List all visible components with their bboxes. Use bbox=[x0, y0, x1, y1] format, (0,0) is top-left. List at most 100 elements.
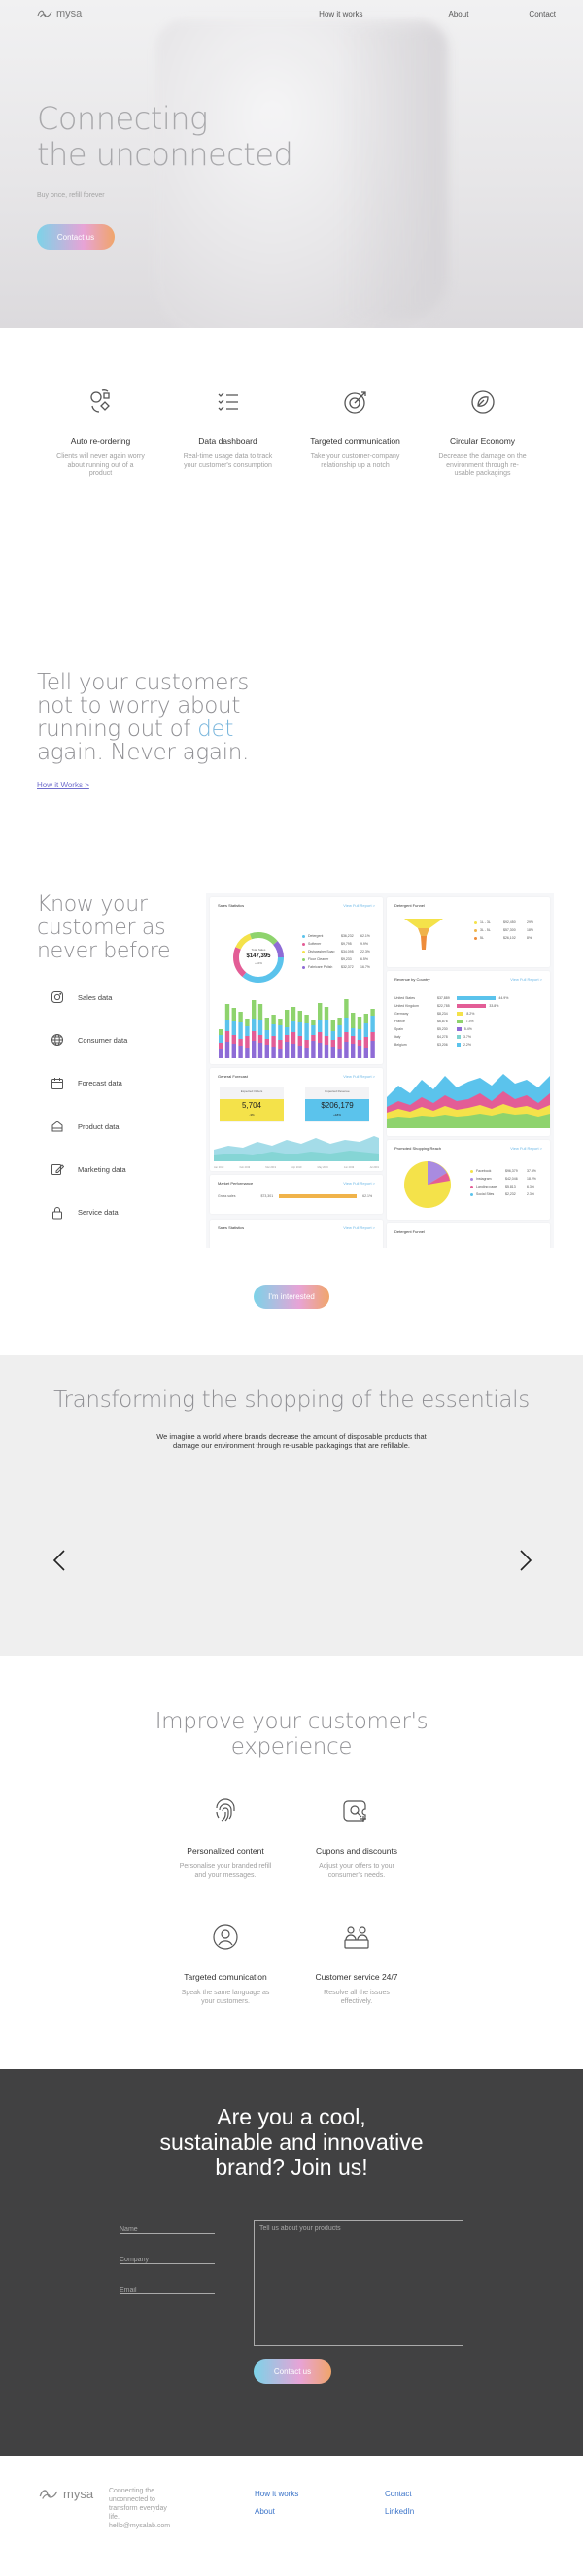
bar-segment bbox=[285, 1035, 290, 1042]
row-cell: 8.2% bbox=[466, 1012, 475, 1016]
list-item-consumer-data: Consumer data bbox=[51, 1019, 127, 1061]
row-bar bbox=[457, 1020, 463, 1023]
bar-segment bbox=[252, 1019, 257, 1031]
expected-revenue-label: Expected Revenue bbox=[325, 1089, 350, 1093]
bar-segment bbox=[304, 1040, 309, 1048]
bar-segment bbox=[271, 1047, 276, 1058]
bar-segment bbox=[318, 1043, 323, 1058]
feature-circular-economy: Circular Economy Decrease the damage on … bbox=[419, 388, 546, 479]
general-forecast-card: General Forecast View Full Report > Expe… bbox=[210, 1068, 383, 1171]
improve-item-title: Targeted comunication bbox=[184, 1972, 267, 1982]
im-interested-button[interactable]: I'm interested bbox=[254, 1285, 329, 1309]
target-icon bbox=[343, 391, 366, 414]
reach-row: Facebook $96,379 37.5% bbox=[470, 1167, 546, 1175]
bar-segment bbox=[245, 1036, 250, 1048]
email-input[interactable] bbox=[120, 2287, 215, 2293]
sales-row: Softener $9,795 9.9% bbox=[302, 940, 380, 948]
footer-logo-text: mysa bbox=[63, 2487, 94, 2501]
footer-link-contact[interactable]: Contact bbox=[385, 2490, 412, 2498]
legend-dot bbox=[470, 1169, 473, 1173]
bar-segment bbox=[351, 1044, 356, 1058]
expected-orders-change: -3% bbox=[249, 1113, 255, 1117]
funnel-rows: 1L - 3L $92,450 29% 3L - 5L $57,300 18% 5L $26,… bbox=[474, 919, 544, 942]
row-cell: $3,206 bbox=[437, 1043, 448, 1047]
bar-segment bbox=[238, 1012, 243, 1022]
bar-segment bbox=[238, 1039, 243, 1046]
footer-link-linkedin[interactable]: LinkedIn bbox=[385, 2507, 414, 2516]
row-cell: $22,785 bbox=[437, 1004, 450, 1008]
footer-link-about[interactable]: About bbox=[255, 2507, 275, 2516]
how-it-works-link[interactable]: How it Works > bbox=[37, 781, 89, 789]
view-report-link[interactable]: View Full Report > bbox=[343, 1225, 375, 1230]
expected-orders-label: Expected Orders bbox=[240, 1089, 263, 1093]
list-item-label: Product data bbox=[78, 1121, 120, 1131]
hero-contact-button[interactable]: Contact us bbox=[37, 224, 115, 250]
row-cell: Social Sites bbox=[476, 1192, 495, 1196]
bar-segment bbox=[311, 1025, 316, 1035]
row-cell: 9.9% bbox=[360, 942, 368, 946]
footer-link-how-it-works[interactable]: How it works bbox=[255, 2490, 298, 2498]
row-bar bbox=[457, 1043, 461, 1047]
improve-personalized-content: Personalized content Personalise your br… bbox=[162, 1796, 289, 1880]
bar-segment bbox=[245, 1026, 250, 1036]
join-contact-button[interactable]: Contact us bbox=[254, 2359, 331, 2384]
row-cell: 18.2% bbox=[527, 1177, 536, 1181]
row-cell: United Kingdom bbox=[394, 1004, 419, 1008]
footer-logo[interactable]: mysa bbox=[39, 2487, 93, 2501]
market-row-bar bbox=[279, 1194, 358, 1198]
row-cell: 7.3% bbox=[465, 1020, 474, 1023]
bar-segment bbox=[297, 1022, 302, 1036]
bar-segment bbox=[363, 1023, 368, 1037]
bar-segment bbox=[271, 1015, 276, 1024]
sales-row: Floor Cleaner $9,233 6.5% bbox=[302, 955, 380, 963]
improve-item-title: Personalized content bbox=[187, 1846, 264, 1856]
bar-segment bbox=[344, 1042, 349, 1058]
legend-dot bbox=[302, 957, 305, 961]
join-title-line1: Are you a cool, bbox=[217, 2104, 366, 2129]
country-row: United States $37,889 44.9% bbox=[394, 994, 546, 1002]
bar-segment bbox=[224, 1042, 230, 1058]
company-input[interactable] bbox=[120, 2257, 215, 2263]
nav-how-it-works[interactable]: How it works bbox=[319, 10, 362, 18]
feature-desc: Take your customer-company relationship … bbox=[310, 453, 400, 469]
bar-segment bbox=[285, 1027, 290, 1035]
timeline-label: Jun 2019 bbox=[343, 1166, 355, 1169]
improve-item-desc: Adjust your offers to your consumer's ne… bbox=[319, 1863, 394, 1879]
legend-dot bbox=[474, 920, 477, 924]
bar-segment bbox=[238, 1046, 243, 1058]
view-report-link[interactable]: View Full Report > bbox=[510, 1146, 542, 1151]
funnel-row: 3L - 5L $57,300 18% bbox=[474, 926, 544, 934]
bar-segment bbox=[304, 1048, 309, 1058]
nav-contact[interactable]: Contact bbox=[529, 10, 556, 18]
nav-about[interactable]: About bbox=[449, 10, 469, 18]
bar-segment bbox=[357, 1017, 362, 1029]
hero-title: Connecting the unconnected bbox=[37, 101, 293, 173]
message-field bbox=[254, 2220, 463, 2346]
footer-email[interactable]: hello@mysalab.com bbox=[109, 2523, 170, 2529]
timeline-label: Apr 2019 bbox=[292, 1166, 302, 1169]
logo[interactable]: mysa bbox=[37, 8, 82, 19]
row-cell: Instagram bbox=[476, 1177, 492, 1181]
row-cell: $8,234 bbox=[437, 1012, 448, 1016]
message-textarea[interactable] bbox=[259, 2225, 458, 2340]
bar-segment bbox=[337, 1049, 342, 1058]
hero-subtitle: Buy once, refill forever bbox=[37, 192, 105, 199]
carousel-next-arrow[interactable] bbox=[515, 1549, 534, 1572]
row-cell: 2.2% bbox=[463, 1043, 471, 1047]
name-input[interactable] bbox=[120, 2226, 215, 2233]
tell-line2: not to worry about bbox=[37, 693, 241, 719]
row-cell: 6.3% bbox=[527, 1185, 534, 1188]
view-report-link[interactable]: View Full Report > bbox=[343, 903, 375, 908]
improve-item-desc: Personalise your branded refill and your… bbox=[179, 1863, 272, 1879]
forecast-area-chart bbox=[214, 1136, 379, 1161]
list-item-service-data: Service data bbox=[51, 1190, 127, 1233]
lock-icon bbox=[52, 1206, 62, 1220]
view-report-link[interactable]: View Full Report > bbox=[510, 977, 542, 982]
carousel-prev-arrow[interactable] bbox=[51, 1549, 70, 1572]
row-cell: 18% bbox=[527, 928, 534, 932]
bar-segment bbox=[224, 1004, 230, 1020]
view-report-link[interactable]: View Full Report > bbox=[343, 1181, 375, 1186]
legend-dot bbox=[302, 934, 305, 938]
bar-segment bbox=[278, 1049, 283, 1058]
view-report-link[interactable]: View Full Report > bbox=[343, 1074, 375, 1079]
